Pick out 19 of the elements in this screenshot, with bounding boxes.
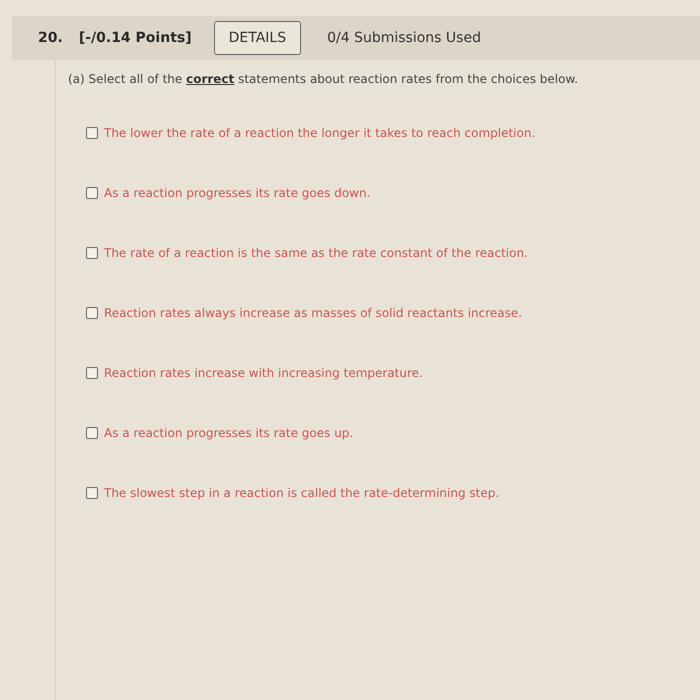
question-number: 20. <box>38 30 63 46</box>
checkbox[interactable] <box>86 187 98 199</box>
choice-label[interactable]: As a reaction progresses its rate goes up. <box>104 426 354 440</box>
choice-label[interactable]: The slowest step in a reaction is called the rate-determining step. <box>104 486 500 500</box>
details-button[interactable]: DETAILS <box>214 21 302 55</box>
choice-label[interactable]: The lower the rate of a reaction the longer it takes to reach completion. <box>104 126 536 140</box>
checkbox[interactable] <box>86 367 98 379</box>
checkbox[interactable] <box>86 487 98 499</box>
checkbox[interactable] <box>86 307 98 319</box>
choice-label[interactable]: The rate of a reaction is the same as the rate constant of the reaction. <box>104 246 528 260</box>
checkbox[interactable] <box>86 247 98 259</box>
submissions-count: 0/4 Submissions Used <box>327 30 481 46</box>
choice-label[interactable]: Reaction rates increase with increasing temperature. <box>104 366 423 380</box>
choice-label[interactable]: Reaction rates always increase as masses of solid reactants increase. <box>104 306 522 320</box>
checkbox[interactable] <box>86 427 98 439</box>
checkbox[interactable] <box>86 127 98 139</box>
question-prompt: (a) Select all of the correct statements about reaction rates from the choices below. <box>68 72 580 86</box>
choice-label[interactable]: As a reaction progresses its rate goes down. <box>104 186 370 200</box>
points-label: [-/0.14 Points] <box>78 30 192 46</box>
